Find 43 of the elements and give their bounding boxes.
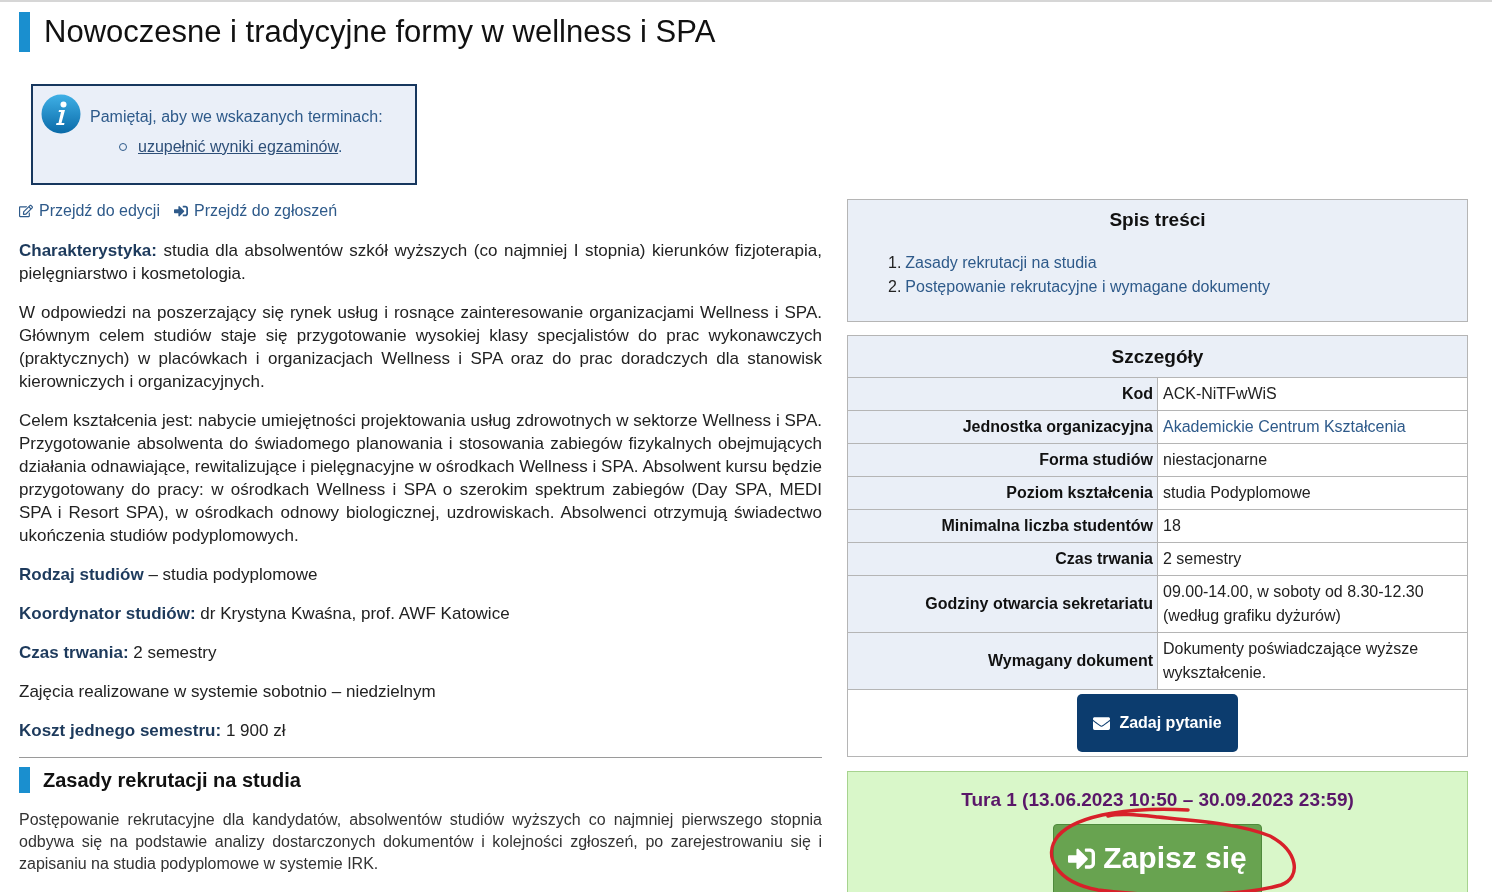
ask-question-button[interactable]: Zadaj pytanie xyxy=(1077,694,1238,752)
notice-item-text: uzupełnić wyniki egzaminów. xyxy=(138,137,343,157)
table-cell: 18 xyxy=(1157,509,1468,543)
description-paragraph: W odpowiedzi na poszerzający się rynek usług i rosnące zainteresowanie organizacjami Wellness i SPA. Głównym celem studiów staje się przygotowanie wysokiej klasy specjalistów do prac wykonawczych (praktycznych) w placówkach i organizacjach Wellness i SPA oraz do prac doradczych dla stanowisk kierowniczych i organizacyjnych. xyxy=(19,302,822,393)
applications-link[interactable]: Przejdź do zgłoszeń xyxy=(173,199,338,223)
table-cell: ACK-NiTFwWiS xyxy=(1157,377,1468,411)
detail-label: Jednostka organizacyjna xyxy=(847,410,1158,444)
notice-text: Pamiętaj, aby we wskazanych terminach: xyxy=(90,107,383,127)
toc-title: Spis treści xyxy=(1108,208,1207,232)
table-cell: 2 semestry xyxy=(1157,542,1468,576)
detail-label: Czas trwania xyxy=(847,542,1158,576)
description-paragraph: Czas trwania: 2 semestry xyxy=(19,642,218,664)
unit-link[interactable]: Akademickie Centrum Kształcenia xyxy=(1163,418,1406,435)
section-heading: Zasady rekrutacji na studia xyxy=(19,767,301,793)
description-paragraph: Celem kształcenia jest: nabycie umiejętności projektowania usług zdrowotnych w sektorze Wellness i SPA. Przygotowanie absolwenta do świadomego planowania i stosowania zabiegów fizykalnych obejmujących działania odnawiające, rewitalizujące i pielęgnacyjne w ośrodkach Wellness i SPA. Absolwent kursu będzie przygotowany do pracy: w ośrodkach Wellness i SPA o szerokim spektrum zabiegów (Day SPA, MEDI SPA i Resort SPA), w ośrodkach odnowy biologicznej, uzdrowiskach. Absolwenci otrzymują świadectwo ukończenia studiów podyplomowych. xyxy=(19,410,822,547)
toc-number: 2. xyxy=(888,277,902,297)
table-cell: niestacjonarne xyxy=(1157,443,1468,477)
edit-link[interactable]: Przejdź do edycji xyxy=(19,199,160,223)
round-dates: Tura 1 (13.06.2023 10:50 – 30.09.2023 23:59) xyxy=(961,788,1354,812)
info-icon xyxy=(41,94,81,134)
description-paragraph: Zajęcia realizowane w systemie sobotnio – niedzielnym xyxy=(19,681,437,703)
detail-label: Minimalna liczba studentów xyxy=(847,509,1158,543)
page-title: Nowoczesne i tradycyjne formy w wellness i SPA xyxy=(19,12,716,52)
sign-in-icon xyxy=(173,204,188,218)
toc-link[interactable]: Postępowanie rekrutacyjne i wymagane dokumenty xyxy=(905,275,1270,299)
detail-label: Godziny otwarcia sekretariatu xyxy=(847,575,1158,633)
toc-link[interactable]: Zasady rekrutacji na studia xyxy=(905,251,1097,275)
detail-label: Kod xyxy=(847,377,1158,411)
description-paragraph: Koszt jednego semestru: 1 900 zł xyxy=(19,720,287,742)
description-paragraph: Charakterystyka: studia dla absolwentów szkół wyższych (co najmniej I stopnia) kierunków fizjoterapia, pielęgniarstwo i kosmetologia. xyxy=(19,240,822,285)
toc-number: 1. xyxy=(888,253,902,273)
envelope-icon xyxy=(1093,714,1111,732)
details-title: Szczegóły xyxy=(847,335,1468,378)
edit-icon xyxy=(19,204,33,218)
detail-label: Wymagany dokument xyxy=(847,632,1158,690)
detail-label: Poziom kształcenia xyxy=(847,476,1158,510)
detail-label: Forma studiów xyxy=(847,443,1158,477)
section-paragraph: Postępowanie rekrutacyjne dla kandydatów, absolwentów studiów wyższych co najmniej pierwszego stopnia odbywa się na podstawie analizy dostarczonych dokumentów i kolejności zgłoszeń, po zarejestrowaniu się i zapisaniu na studia podyplomowe w systemie IRK. xyxy=(19,810,822,874)
table-cell: studia Podyplomowe xyxy=(1157,476,1468,510)
table-cell: 09.00-14.00, w soboty od 8.30-12.30 (według grafiku dyżurów) xyxy=(1157,575,1468,633)
table-cell: Dokumenty poświadczające wyższe wykształcenie. xyxy=(1157,632,1468,690)
description-paragraph: Rodzaj studiów – studia podyplomowe xyxy=(19,564,319,586)
description-paragraph: Koordynator studiów: dr Krystyna Kwaśna, prof. AWF Katowice xyxy=(19,603,511,625)
